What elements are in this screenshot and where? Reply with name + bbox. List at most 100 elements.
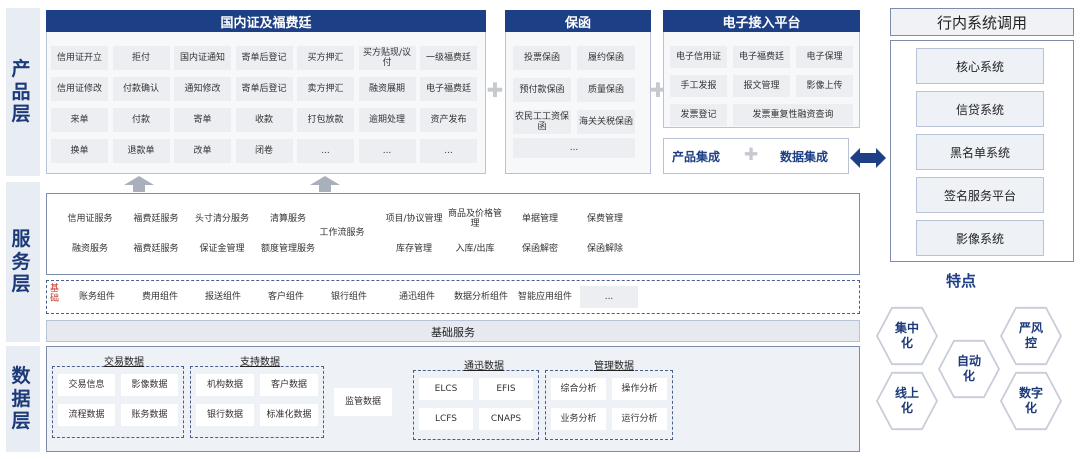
internal-title: 行内系统调用	[890, 8, 1074, 36]
data-cell: 运行分析	[612, 408, 667, 430]
domestic-cell: 寄单	[174, 108, 231, 132]
features-title: 特点	[945, 272, 976, 290]
data-group-title: 支持数据	[230, 353, 290, 368]
layer-label-service: 服务层	[6, 182, 40, 342]
domestic-cell: 寄单后登记	[235, 46, 293, 70]
feature-label: 线上 化	[878, 373, 936, 429]
service-cell: 入库/出库	[455, 243, 495, 254]
service-cell: 保证金管理	[199, 243, 245, 254]
data-cell: 交易信息	[58, 374, 115, 396]
domestic-cell: 拒付	[112, 46, 170, 70]
domestic-cell: 卖方押汇	[297, 77, 354, 101]
eaccess-cell: 报文管理	[733, 75, 790, 97]
internal-system-item: 签名服务平台	[916, 177, 1044, 213]
data-cell-supervise: 监管数据	[334, 388, 392, 416]
feature-hex: 集中 化	[876, 306, 938, 366]
service-cell: 库存管理	[395, 243, 432, 254]
eaccess-header: 电子接入平台	[663, 10, 860, 32]
service-cell: 融资服务	[71, 243, 108, 254]
domestic-cell: 国内证通知	[174, 46, 231, 70]
data-cell: 业务分析	[551, 408, 606, 430]
service-cell: 福费廷服务	[133, 213, 179, 224]
plus-icon: ✚	[743, 145, 759, 165]
feature-hex: 自动 化	[938, 339, 1000, 399]
layer-label-data: 数据层	[6, 346, 40, 452]
domestic-cell: 买方押汇	[297, 46, 354, 70]
eaccess-cell: 手工发报	[670, 75, 727, 97]
service-cell: 清算服务	[269, 213, 306, 224]
domestic-cell: ...	[420, 139, 477, 163]
base-label: 基础	[50, 284, 60, 304]
up-arrow-icon	[310, 176, 340, 192]
data-cell: EFIS	[479, 378, 533, 400]
internal-system-item: 影像系统	[916, 220, 1044, 256]
feature-hex: 线上 化	[876, 371, 938, 431]
service-cell: 保函解除	[586, 243, 623, 254]
feature-hex: 数字 化	[1000, 371, 1062, 431]
service-cell: 信用证服务	[67, 213, 113, 224]
domestic-cell: ...	[358, 139, 416, 163]
feature-label: 严风 控	[1002, 308, 1060, 364]
domestic-cell: 退款单	[112, 139, 170, 163]
service-cell: 保函解密	[521, 243, 558, 254]
domestic-cell: 逾期处理	[358, 108, 416, 132]
layer-label-product: 产品层	[6, 8, 40, 176]
domestic-cell: 一级福费廷	[420, 46, 477, 70]
integration-data-label: 数据集成	[780, 150, 829, 164]
guarantee-cell: 质量保函	[577, 78, 635, 102]
up-arrow-icon	[124, 176, 154, 192]
data-cell: 客户数据	[260, 374, 318, 396]
service-cell: 额度管理服务	[260, 243, 315, 254]
data-cell: 影像数据	[121, 374, 178, 396]
data-group-title: 通迅数据	[454, 357, 514, 372]
data-cell: 综合分析	[551, 378, 606, 400]
component-cell: 报送组件	[204, 291, 241, 302]
component-cell: ...	[580, 286, 638, 308]
domestic-cell: 寄单后登记	[235, 77, 293, 101]
service-cell: 单据管理	[521, 213, 558, 224]
component-cell: 账务组件	[78, 291, 115, 302]
feature-label: 数字 化	[1002, 373, 1060, 429]
component-cell: 智能应用组件	[517, 291, 572, 302]
domestic-cell: 通知修改	[174, 77, 231, 101]
data-cell: ELCS	[419, 378, 473, 400]
feature-hex: 严风 控	[1000, 306, 1062, 366]
bidirectional-arrow-icon	[850, 148, 886, 168]
eaccess-cell: 影像上传	[796, 75, 853, 97]
domestic-cell: 信用证修改	[51, 77, 108, 101]
eaccess-cell: 电子信用证	[670, 46, 727, 68]
guarantee-cell: 投票保函	[513, 46, 571, 70]
data-cell: 账务数据	[121, 404, 178, 426]
domestic-cell: 来单	[51, 108, 108, 132]
integration-product-label: 产品集成	[672, 150, 721, 164]
domestic-cell: 融资展期	[358, 77, 416, 101]
guarantee-header: 保函	[505, 10, 651, 32]
data-group-title: 管理数据	[584, 357, 644, 372]
foundation-label: 基础服务	[431, 326, 475, 339]
domestic-cell: 买方贴现/议付	[358, 46, 416, 70]
domestic-cell: 电子福费廷	[420, 77, 477, 101]
domestic-cell: 信用证开立	[51, 46, 108, 70]
component-cell: 通迅组件	[398, 291, 435, 302]
feature-label: 自动 化	[940, 341, 998, 397]
domestic-header: 国内证及福费廷	[46, 10, 486, 32]
internal-system-item: 核心系统	[916, 48, 1044, 84]
internal-system-item: 信贷系统	[916, 91, 1044, 127]
guarantee-cell: 农民工工资保函	[513, 110, 571, 134]
guarantee-cell: ...	[513, 138, 635, 158]
service-cell: 福费廷服务	[133, 243, 179, 254]
eaccess-cell: 电子福费廷	[733, 46, 790, 68]
data-group-title: 交易数据	[94, 353, 154, 368]
domestic-cell: 改单	[174, 139, 231, 163]
domestic-cell: 换单	[51, 139, 108, 163]
data-cell: 银行数据	[196, 404, 254, 426]
domestic-cell: 付款	[112, 108, 170, 132]
guarantee-cell: 预付款保函	[513, 78, 571, 102]
domestic-cell: 闭卷	[235, 139, 293, 163]
data-cell: 标准化数据	[260, 404, 318, 426]
service-cell: 项目/协议管理	[385, 213, 443, 224]
eaccess-cell: 电子保理	[796, 46, 853, 68]
domestic-cell: 打包放款	[297, 108, 354, 132]
component-cell: 数据分析组件	[453, 291, 508, 302]
data-cell: 流程数据	[58, 404, 115, 426]
